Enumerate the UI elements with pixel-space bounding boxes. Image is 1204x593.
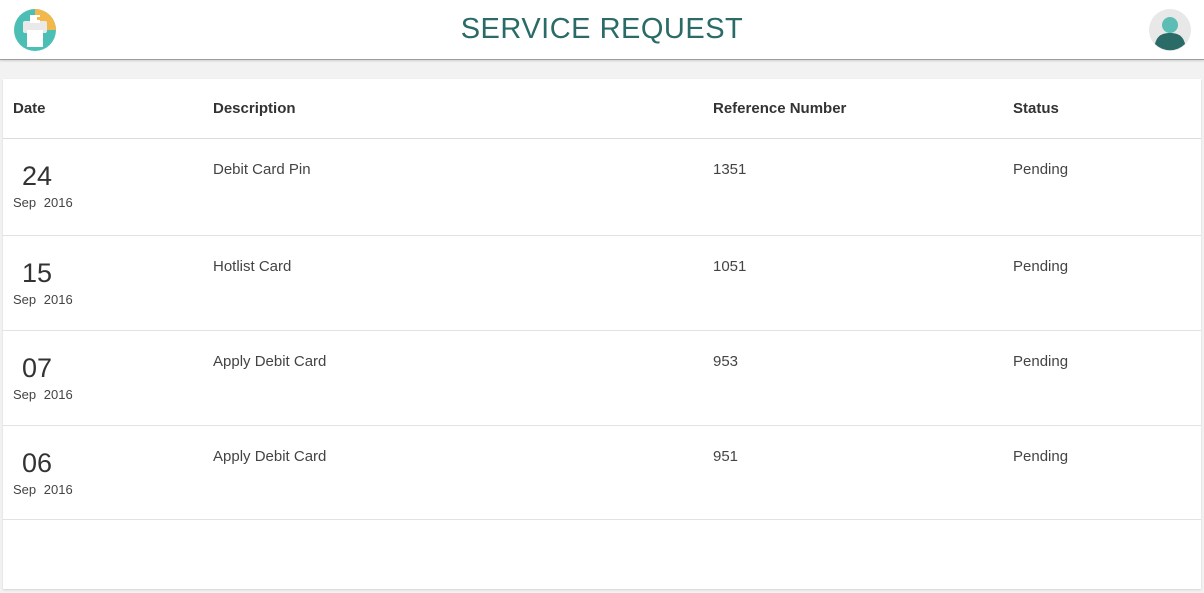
column-header-date: Date	[13, 100, 46, 117]
date-day: 15	[22, 258, 53, 288]
row-status: Pending	[1013, 353, 1069, 370]
row-reference-number: 1051	[713, 258, 747, 275]
table-row[interactable]: 15 Sep 2016 Hotlist Card 1051 Pending	[3, 236, 1201, 331]
user-avatar-icon[interactable]	[1149, 9, 1191, 51]
date-month-year: Sep 2016	[13, 482, 73, 497]
row-status: Pending	[1013, 448, 1069, 465]
row-reference-number: 953	[713, 353, 739, 370]
date-month-year: Sep 2016	[13, 387, 73, 402]
column-header-reference: Reference Number	[713, 100, 847, 117]
date-day: 07	[22, 353, 53, 383]
page-title: SERVICE REQUEST	[460, 13, 744, 45]
table-header: Date Description Reference Number Status	[3, 79, 1201, 139]
column-header-status: Status	[1013, 100, 1059, 117]
row-status: Pending	[1013, 258, 1069, 275]
date-day: 06	[22, 448, 53, 478]
row-status: Pending	[1013, 161, 1069, 178]
table-row[interactable]: 07 Sep 2016 Apply Debit Card 953 Pending	[3, 331, 1201, 426]
service-request-table: Date Description Reference Number Status…	[3, 79, 1201, 589]
row-description: Apply Debit Card	[213, 448, 327, 465]
table-row[interactable]: 06 Sep 2016 Apply Debit Card 951 Pending	[3, 426, 1201, 520]
row-description: Apply Debit Card	[213, 353, 327, 370]
date-month-year: Sep 2016	[13, 195, 73, 210]
app-header: SERVICE REQUEST	[0, 0, 1204, 60]
row-description: Debit Card Pin	[213, 161, 311, 178]
row-reference-number: 951	[713, 448, 739, 465]
row-reference-number: 1351	[713, 161, 747, 178]
date-month-year: Sep 2016	[13, 292, 73, 307]
table-row[interactable]: 24 Sep 2016 Debit Card Pin 1351 Pending	[3, 139, 1201, 236]
column-header-description: Description	[213, 100, 296, 117]
row-description: Hotlist Card	[213, 258, 292, 275]
date-day: 24	[22, 161, 53, 191]
